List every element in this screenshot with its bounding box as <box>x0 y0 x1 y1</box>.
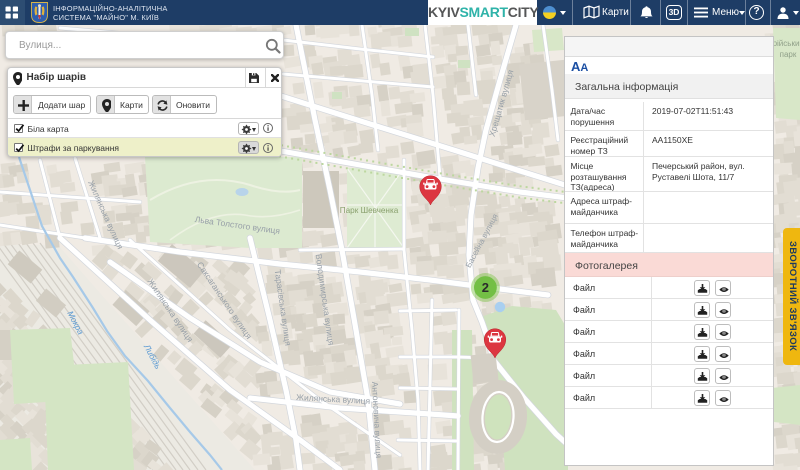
svg-text:парк: парк <box>780 50 797 59</box>
svg-text:2: 2 <box>482 280 489 295</box>
svg-text:Парк Шевченка: Парк Шевченка <box>340 206 399 215</box>
